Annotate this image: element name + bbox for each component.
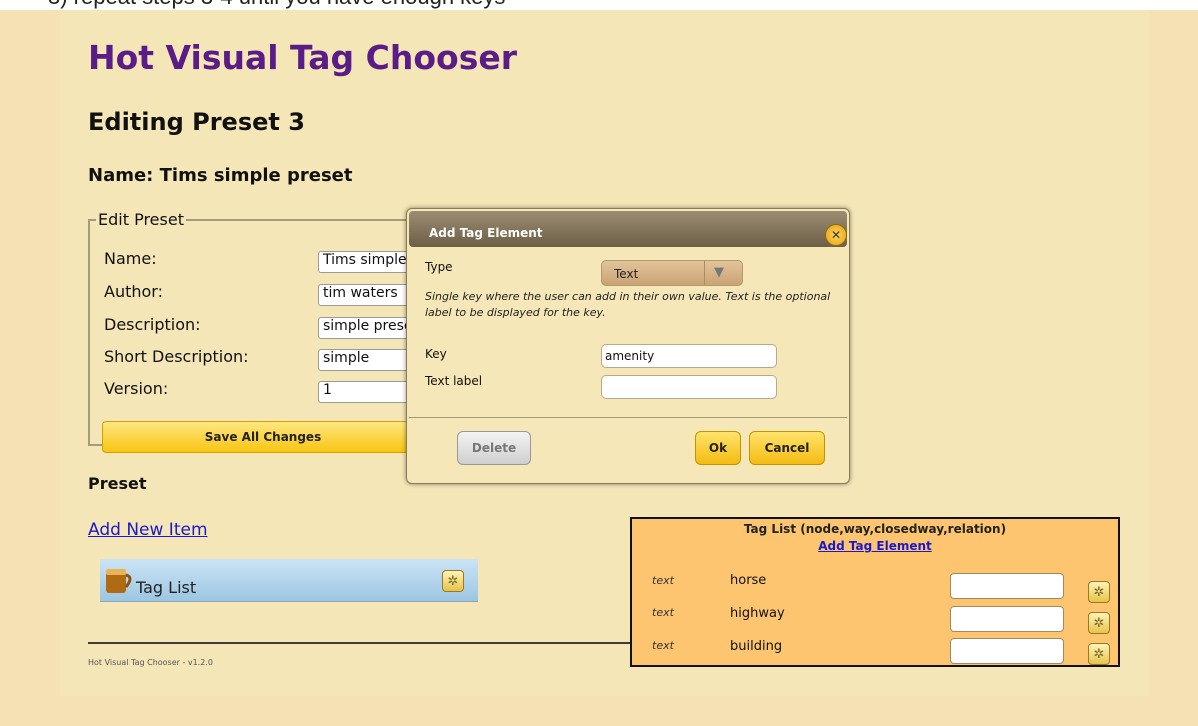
author-label: Author: bbox=[104, 282, 163, 301]
key-input[interactable]: amenity bbox=[601, 344, 777, 368]
type-select-value: Text bbox=[614, 267, 639, 281]
gear-icon[interactable]: ✲ bbox=[1088, 643, 1110, 665]
top-instruction-text: 3) repeat steps 3-4 until you have enoug… bbox=[48, 0, 505, 10]
gear-icon[interactable]: ✲ bbox=[1088, 581, 1110, 603]
preset-section-heading: Preset bbox=[88, 474, 147, 493]
version-label: Version: bbox=[104, 379, 169, 398]
add-new-item-link[interactable]: Add New Item bbox=[88, 520, 208, 540]
short-description-label: Short Description: bbox=[104, 347, 249, 366]
dialog-separator bbox=[409, 417, 847, 418]
tag-list-item[interactable]: Tag List ✲ bbox=[100, 559, 478, 602]
tag-row-value-input[interactable] bbox=[950, 606, 1064, 632]
tag-row-value-input[interactable] bbox=[950, 573, 1064, 599]
gear-icon[interactable]: ✲ bbox=[1088, 612, 1110, 634]
close-icon[interactable]: ✕ bbox=[825, 224, 847, 246]
tag-row-value-input[interactable] bbox=[950, 638, 1064, 664]
ok-button[interactable]: Ok bbox=[695, 431, 741, 465]
tag-row-key: horse bbox=[730, 573, 767, 588]
tag-row-key: building bbox=[730, 639, 783, 654]
tag-row-type: text bbox=[652, 639, 674, 652]
tag-row-type: text bbox=[652, 606, 674, 619]
tag-row-key: highway bbox=[730, 606, 785, 621]
top-instruction-strip: 3) repeat steps 3-4 until you have enoug… bbox=[0, 0, 1198, 10]
tag-list-header: Tag List (node,way,closedway,relation) bbox=[743, 522, 1007, 536]
tag-list-label: Tag List bbox=[136, 578, 197, 597]
edit-preset-legend: Edit Preset bbox=[98, 210, 184, 229]
description-label: Description: bbox=[104, 315, 201, 334]
footer-version: Hot Visual Tag Chooser - v1.2.0 bbox=[88, 658, 213, 667]
delete-button[interactable]: Delete bbox=[457, 431, 531, 465]
text-label-input[interactable] bbox=[601, 375, 777, 399]
tag-row-type: text bbox=[652, 574, 674, 587]
edit-preset-form: Edit Preset Name: Tims simple preset Aut… bbox=[88, 210, 438, 453]
footer-divider bbox=[88, 642, 648, 644]
type-help-text: Single key where the user can add in the… bbox=[425, 290, 831, 319]
chevron-down-icon: ▼ bbox=[714, 265, 724, 280]
page-title: Editing Preset 3 bbox=[88, 108, 305, 136]
mug-icon bbox=[106, 569, 132, 593]
select-divider bbox=[704, 261, 705, 285]
dialog-title: Add Tag Element bbox=[429, 226, 543, 240]
type-label: Type bbox=[425, 260, 453, 274]
text-label-label: Text label bbox=[425, 374, 483, 388]
preset-name-heading: Name: Tims simple preset bbox=[88, 165, 353, 186]
cancel-button[interactable]: Cancel bbox=[749, 431, 825, 465]
tag-list-panel: Tag List (node,way,closedway,relation) A… bbox=[630, 517, 1120, 667]
name-label: Name: bbox=[104, 249, 157, 268]
dialog-titlebar[interactable]: Add Tag Element ✕ bbox=[409, 211, 847, 247]
save-all-changes-button[interactable]: Save All Changes bbox=[102, 421, 424, 453]
add-tag-element-dialog: Add Tag Element ✕ Type Text ▼ Single key… bbox=[406, 208, 850, 484]
type-select[interactable]: Text ▼ bbox=[601, 260, 743, 286]
key-label: Key bbox=[425, 347, 447, 361]
app-title: Hot Visual Tag Chooser bbox=[88, 38, 518, 77]
gear-icon[interactable]: ✲ bbox=[442, 570, 464, 592]
add-tag-element-link[interactable]: Add Tag Element bbox=[632, 539, 1118, 553]
